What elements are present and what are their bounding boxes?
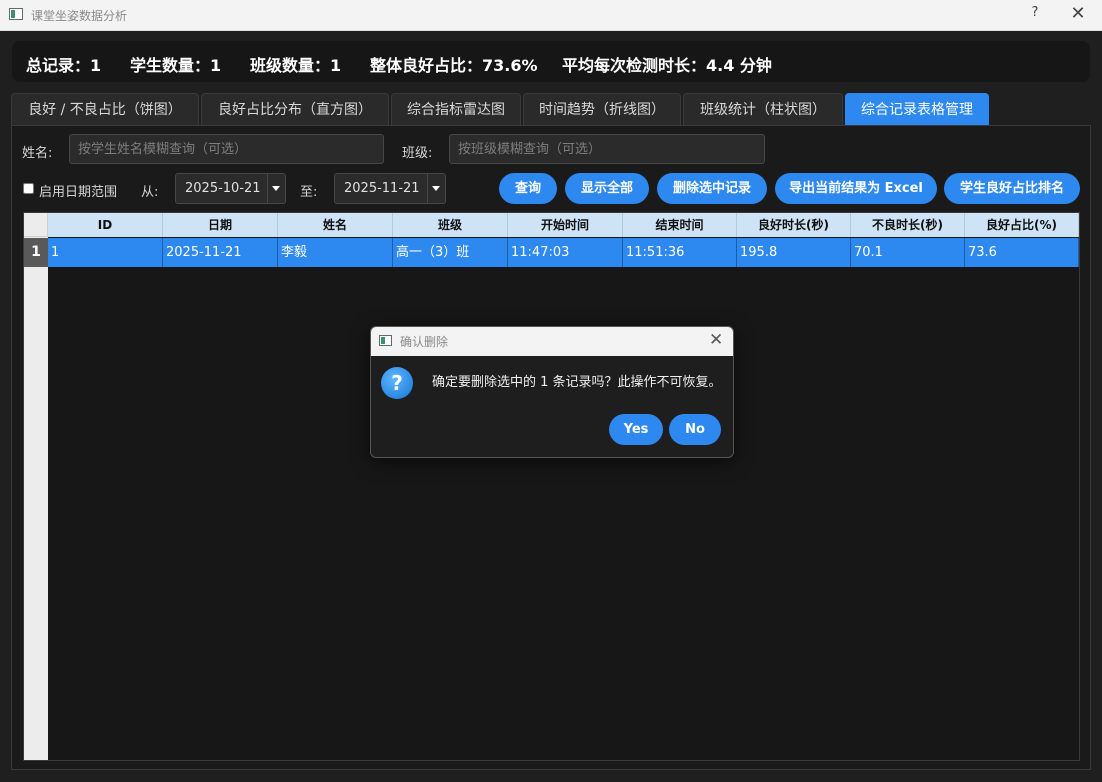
from-label: 从: [141,185,159,200]
app-icon [9,8,23,20]
export-excel-button[interactable]: 导出当前结果为 Excel [775,173,937,204]
column-header-bad-duration[interactable]: 不良时长(秒) [851,213,965,237]
question-icon: ? [381,367,413,399]
tab-pie-chart[interactable]: 良好 / 不良占比（饼图） [11,93,199,125]
tab-line-chart[interactable]: 时间趋势（折线图） [523,93,681,125]
row-header-column [24,213,48,760]
close-window-button[interactable]: ✕ [1069,3,1087,25]
dialog-app-icon [379,335,392,346]
row-number[interactable]: 1 [24,238,48,267]
date-range-label: 启用日期范围 [39,185,118,200]
records-table[interactable]: ID 日期 姓名 班级 开始时间 结束时间 良好时长(秒) 不良时长(秒) 良好… [23,212,1080,761]
stat-average-duration: 平均每次检测时长：4.4 分钟 [562,56,772,75]
tab-histogram[interactable]: 良好占比分布（直方图） [201,93,389,125]
table-cell-id[interactable]: 1 [48,238,163,267]
stat-student-count: 学生数量：1 [130,56,222,75]
tab-record-table[interactable]: 综合记录表格管理 [845,93,989,125]
dialog-title-bar: 确认删除 ✕ [371,327,733,356]
table-cell-good-duration[interactable]: 195.8 [737,238,851,267]
query-button[interactable]: 查询 [499,173,557,204]
dialog-close-button[interactable]: ✕ [709,330,723,350]
column-header-id[interactable]: ID [48,213,163,237]
column-header-end-time[interactable]: 结束时间 [623,213,737,237]
no-button[interactable]: No [669,414,721,445]
column-header-date[interactable]: 日期 [163,213,278,237]
table-cell-class[interactable]: 高一（3）班 [393,238,508,267]
to-label: 至: [300,185,318,200]
table-cell-end-time[interactable]: 11:51:36 [623,238,737,267]
name-search-input[interactable] [69,134,384,164]
table-cell-start-time[interactable]: 11:47:03 [508,238,623,267]
column-header-good-ratio[interactable]: 良好占比(%) [965,213,1079,237]
to-date-value: 2025-11-21 [344,181,420,196]
dropdown-arrow-icon[interactable] [427,174,445,203]
show-all-button[interactable]: 显示全部 [565,173,649,204]
main-window: 课堂坐姿数据分析 ? ✕ 总记录：1 学生数量：1 班级数量：1 整体良好占比：… [0,0,1102,782]
table-cell-bad-duration[interactable]: 70.1 [851,238,965,267]
table-cell-name[interactable]: 李毅 [278,238,393,267]
column-header-class[interactable]: 班级 [393,213,508,237]
from-date-value: 2025-10-21 [185,181,261,196]
stat-total-records: 总记录：1 [26,56,102,75]
column-header-start-time[interactable]: 开始时间 [508,213,623,237]
dropdown-arrow-icon[interactable] [267,174,285,203]
table-corner [24,213,48,237]
column-header-name[interactable]: 姓名 [278,213,393,237]
from-date-picker[interactable]: 2025-10-21 [175,173,286,204]
table-cell-date[interactable]: 2025-11-21 [163,238,278,267]
class-search-input[interactable] [449,134,765,164]
window-title: 课堂坐姿数据分析 [31,9,128,23]
tab-radar-chart[interactable]: 综合指标雷达图 [391,93,521,125]
tab-bar-chart[interactable]: 班级统计（柱状图） [683,93,843,125]
help-button[interactable]: ? [1027,5,1043,25]
title-bar: 课堂坐姿数据分析 ? ✕ [0,0,1102,31]
name-label: 姓名: [22,146,53,161]
to-date-picker[interactable]: 2025-11-21 [334,173,446,204]
date-range-checkbox[interactable] [23,183,34,194]
yes-button[interactable]: Yes [609,414,663,445]
stat-good-ratio: 整体良好占比：73.6% [370,56,538,75]
summary-bar: 总记录：1 学生数量：1 班级数量：1 整体良好占比：73.6% 平均每次检测时… [12,41,1090,82]
ranking-button[interactable]: 学生良好占比排名 [944,173,1080,204]
table-cell-good-ratio[interactable]: 73.6 [965,238,1079,267]
dialog-message: 确定要删除选中的 1 条记录吗？此操作不可恢复。 [432,375,722,390]
stat-class-count: 班级数量：1 [250,56,342,75]
class-label: 班级: [402,146,433,161]
confirm-delete-dialog: 确认删除 ✕ ? 确定要删除选中的 1 条记录吗？此操作不可恢复。 Yes No [370,326,734,458]
column-header-good-duration[interactable]: 良好时长(秒) [737,213,851,237]
delete-selected-button[interactable]: 删除选中记录 [657,173,767,204]
dialog-title: 确认删除 [400,335,449,349]
